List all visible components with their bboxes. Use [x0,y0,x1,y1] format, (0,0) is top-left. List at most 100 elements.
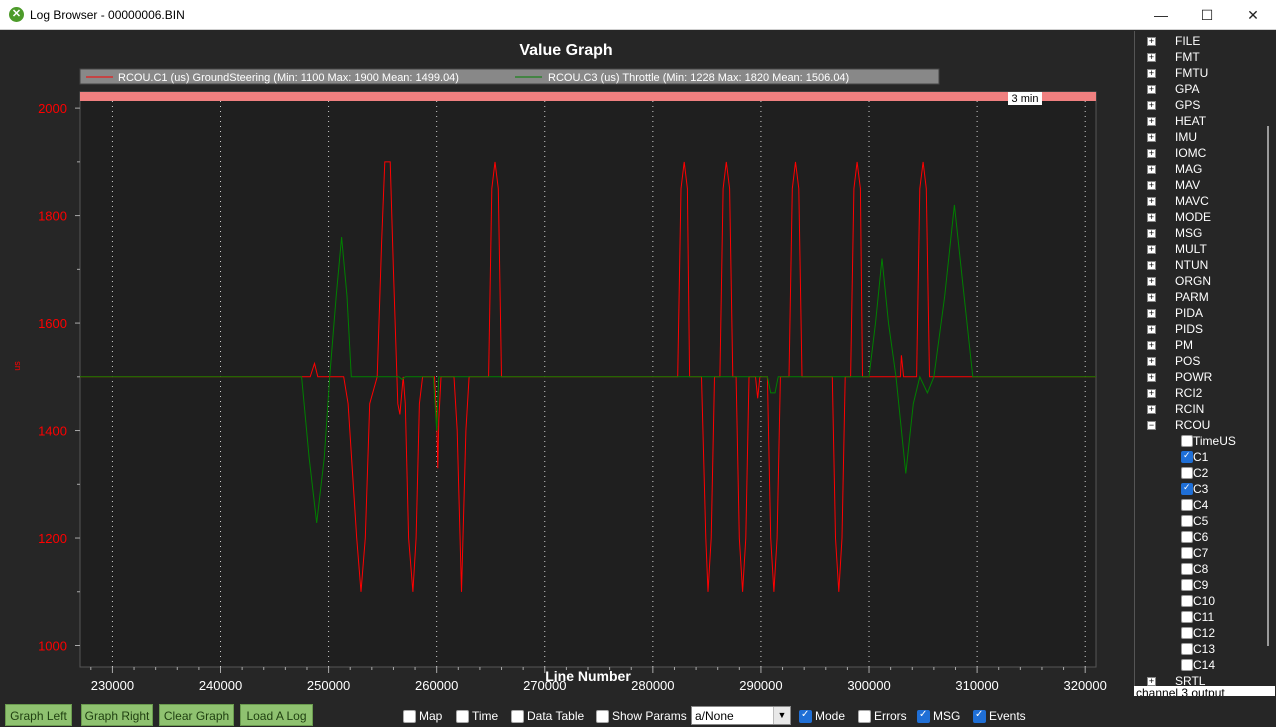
graph-right-button[interactable]: Graph Right [81,704,153,726]
mode-dropdown[interactable]: a/None ▼ [691,706,791,725]
expand-icon[interactable]: + [1147,197,1156,206]
tree-item-pids[interactable]: + PIDS [1135,321,1261,337]
tree-item-srtl[interactable]: + SRTL [1135,673,1261,686]
events-checkbox-box[interactable] [973,709,986,723]
x-tick-label: 250000 [307,678,350,693]
tree-item-ntun[interactable]: + NTUN [1135,257,1261,273]
tree-item-msg[interactable]: + MSG [1135,225,1261,241]
tree-item-label: GPA [1175,82,1200,96]
expand-icon[interactable]: + [1147,133,1156,142]
expand-icon[interactable]: + [1147,85,1156,94]
value-graph-panel[interactable]: Value Graph RCOU.C1 (us) GroundSteering … [0,31,1132,696]
clear-graph-button[interactable]: Clear Graph [159,704,234,726]
tree-item-powr[interactable]: + POWR [1135,369,1261,385]
tree-item-iomc[interactable]: + IOMC [1135,145,1261,161]
tree-item-mag[interactable]: + MAG [1135,161,1261,177]
tree-item-mode[interactable]: + MODE [1135,209,1261,225]
tree-item-heat[interactable]: + HEAT [1135,113,1261,129]
expand-icon[interactable]: + [1147,309,1156,318]
tree-item-rcou[interactable]: − RCOU [1135,417,1261,433]
tree-field-label: C1 [1193,450,1209,464]
expand-icon[interactable]: + [1147,277,1156,286]
expand-icon[interactable]: + [1147,325,1156,334]
expand-icon[interactable]: + [1147,229,1156,238]
field-checkbox[interactable] [1181,482,1193,495]
expand-icon[interactable]: + [1147,357,1156,366]
minimize-button[interactable]: — [1138,0,1184,30]
field-checkbox[interactable] [1181,659,1193,671]
y-tick-label: 1000 [38,639,67,654]
expand-icon[interactable]: + [1147,293,1156,302]
tree-item-rcin[interactable]: + RCIN [1135,401,1261,417]
tree-item-gps[interactable]: + GPS [1135,97,1261,113]
tree-item-imu[interactable]: + IMU [1135,129,1261,145]
legend-label-c1: RCOU.C1 (us) GroundSteering (Min: 1100 M… [118,72,459,84]
value-graph-chart[interactable]: Value Graph RCOU.C1 (us) GroundSteering … [0,31,1132,696]
field-checkbox[interactable] [1181,435,1193,447]
maximize-button[interactable]: ☐ [1184,0,1230,30]
tree-item-gpa[interactable]: + GPA [1135,81,1261,97]
field-checkbox[interactable] [1181,579,1193,591]
tree-item-label: FMTU [1175,66,1209,80]
expand-icon[interactable]: + [1147,677,1156,686]
errors-checkbox-box[interactable] [858,710,871,723]
field-checkbox[interactable] [1181,643,1193,655]
field-checkbox[interactable] [1181,547,1193,559]
graph-left-button[interactable]: Graph Left [5,704,72,726]
field-checkbox[interactable] [1181,611,1193,623]
tree-item-pos[interactable]: + POS [1135,353,1261,369]
tree-item-parm[interactable]: + PARM [1135,289,1261,305]
expand-icon[interactable]: + [1147,149,1156,158]
tree-item-label: IMU [1175,130,1197,144]
tree-item-file[interactable]: + FILE [1135,33,1261,49]
field-checkbox[interactable] [1181,627,1193,639]
dropdown-arrow-icon[interactable]: ▼ [773,707,790,724]
expand-icon[interactable]: + [1147,341,1156,350]
msg-checkbox-box[interactable] [917,709,930,723]
field-checkbox[interactable] [1181,515,1193,527]
expand-icon[interactable]: + [1147,69,1156,78]
expand-icon[interactable]: + [1147,245,1156,254]
expand-icon[interactable]: + [1147,405,1156,414]
show-params-checkbox-box[interactable] [596,710,609,723]
expand-icon[interactable]: + [1147,213,1156,222]
tree-item-label: PIDA [1175,306,1204,320]
tree-item-mavc[interactable]: + MAVC [1135,193,1261,209]
field-checkbox[interactable] [1181,467,1193,479]
tree-item-label: MODE [1175,210,1211,224]
load-log-button[interactable]: Load A Log [240,704,313,726]
field-checkbox[interactable] [1181,499,1193,511]
field-checkbox[interactable] [1181,531,1193,543]
field-checkbox[interactable] [1181,595,1193,607]
field-tree[interactable]: + FILE + FMT + FMTU + GPA + GPS + HEAT + IMU + IOMC + MAG… [1135,31,1261,686]
close-button[interactable]: ✕ [1230,0,1276,30]
tree-scroll-thumb[interactable] [1267,126,1269,646]
collapse-icon[interactable]: − [1147,421,1156,430]
expand-icon[interactable]: + [1147,373,1156,382]
tree-item-pida[interactable]: + PIDA [1135,305,1261,321]
tree-item-orgn[interactable]: + ORGN [1135,273,1261,289]
map-checkbox-box[interactable] [403,710,416,723]
expand-icon[interactable]: + [1147,117,1156,126]
expand-icon[interactable]: + [1147,101,1156,110]
expand-icon[interactable]: + [1147,53,1156,62]
field-checkbox[interactable] [1181,450,1193,463]
expand-icon[interactable]: + [1147,389,1156,398]
expand-icon[interactable]: + [1147,165,1156,174]
tree-item-rci2[interactable]: + RCI2 [1135,385,1261,401]
field-checkbox[interactable] [1181,563,1193,575]
mode-checkbox-box[interactable] [799,709,812,723]
tree-item-label: IOMC [1175,146,1207,160]
data-table-checkbox-box[interactable] [511,710,524,723]
tree-item-pm[interactable]: + PM [1135,337,1261,353]
tree-item-mult[interactable]: + MULT [1135,241,1261,257]
expand-icon[interactable]: + [1147,181,1156,190]
tree-scrollbar[interactable] [1262,31,1274,686]
expand-icon[interactable]: + [1147,37,1156,46]
tree-item-fmt[interactable]: + FMT [1135,49,1261,65]
tree-item-fmtu[interactable]: + FMTU [1135,65,1261,81]
expand-icon[interactable]: + [1147,261,1156,270]
tree-item-label: MULT [1175,242,1207,256]
tree-item-mav[interactable]: + MAV [1135,177,1261,193]
time-checkbox-box[interactable] [456,710,469,723]
